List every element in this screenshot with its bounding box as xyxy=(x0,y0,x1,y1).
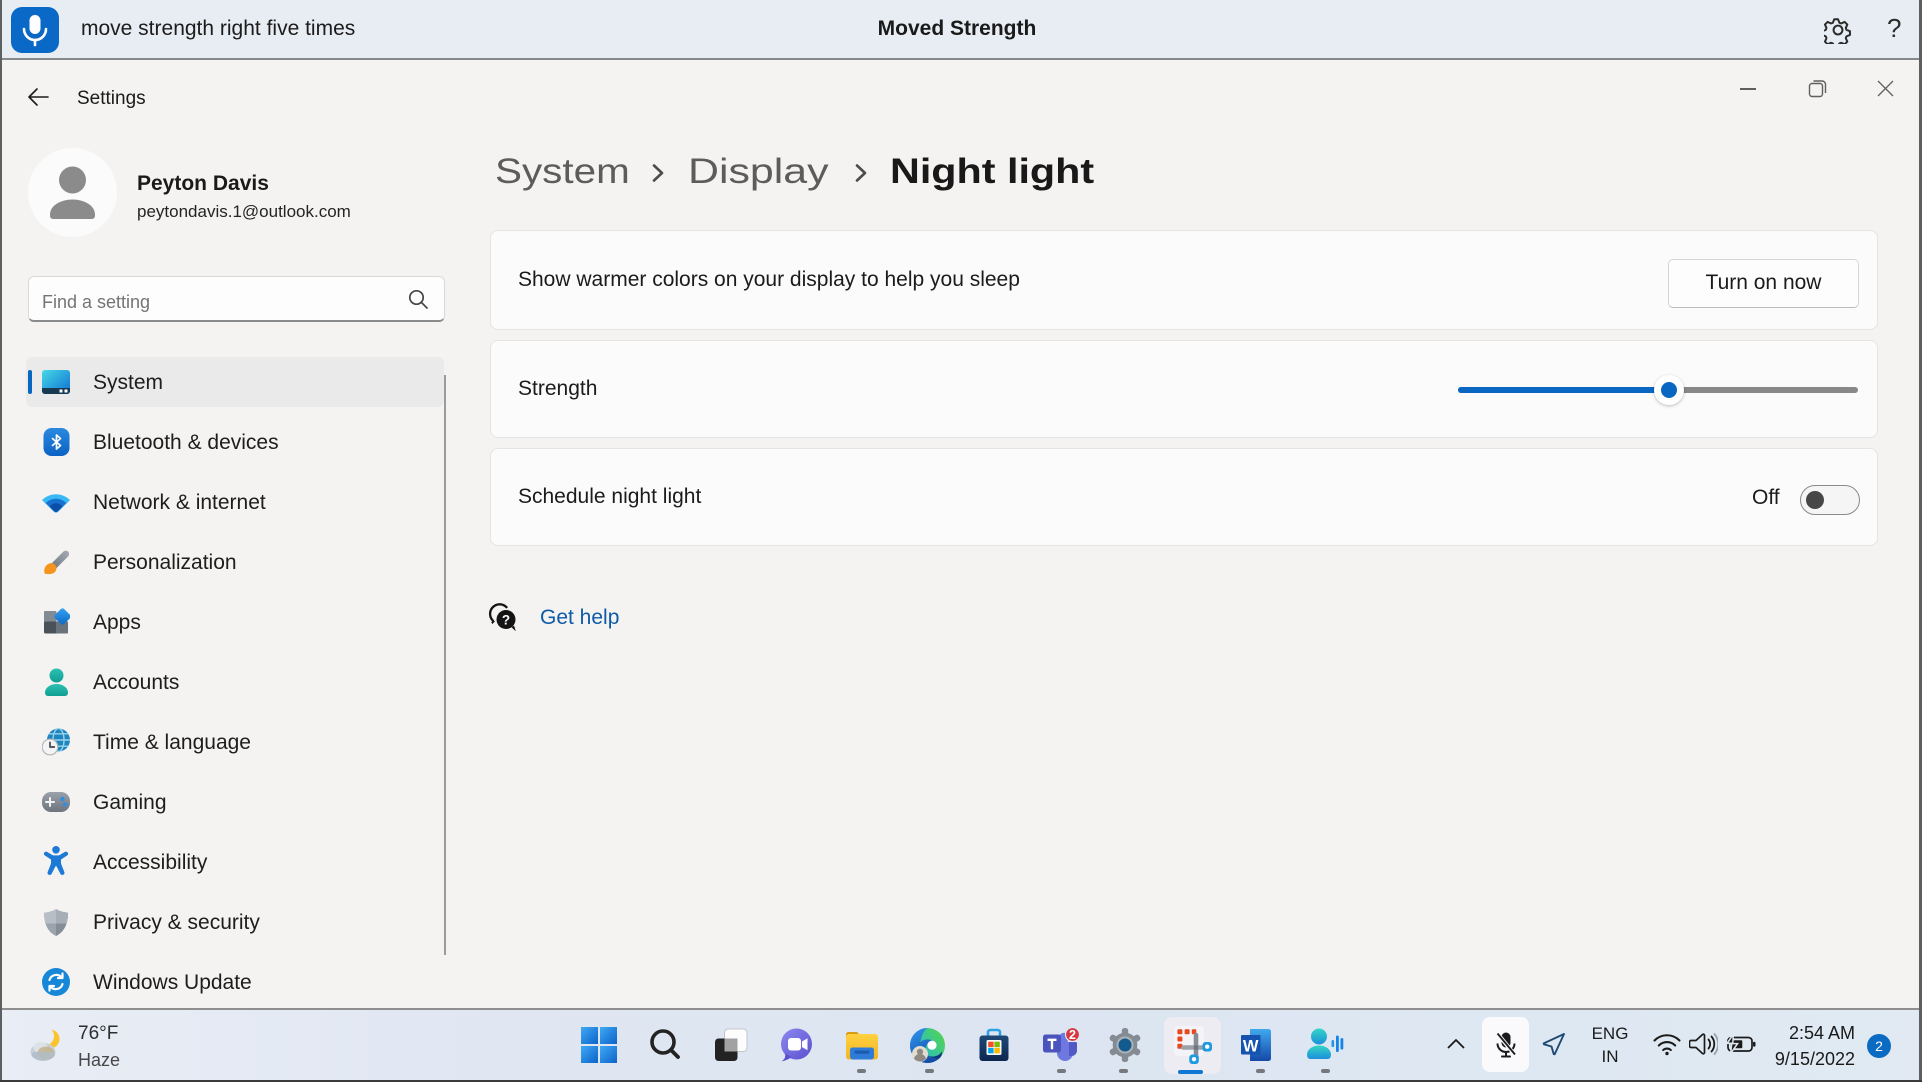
svg-text:2: 2 xyxy=(1069,1028,1076,1042)
svg-text:W: W xyxy=(1243,1038,1259,1056)
svg-text:?: ? xyxy=(502,612,510,627)
